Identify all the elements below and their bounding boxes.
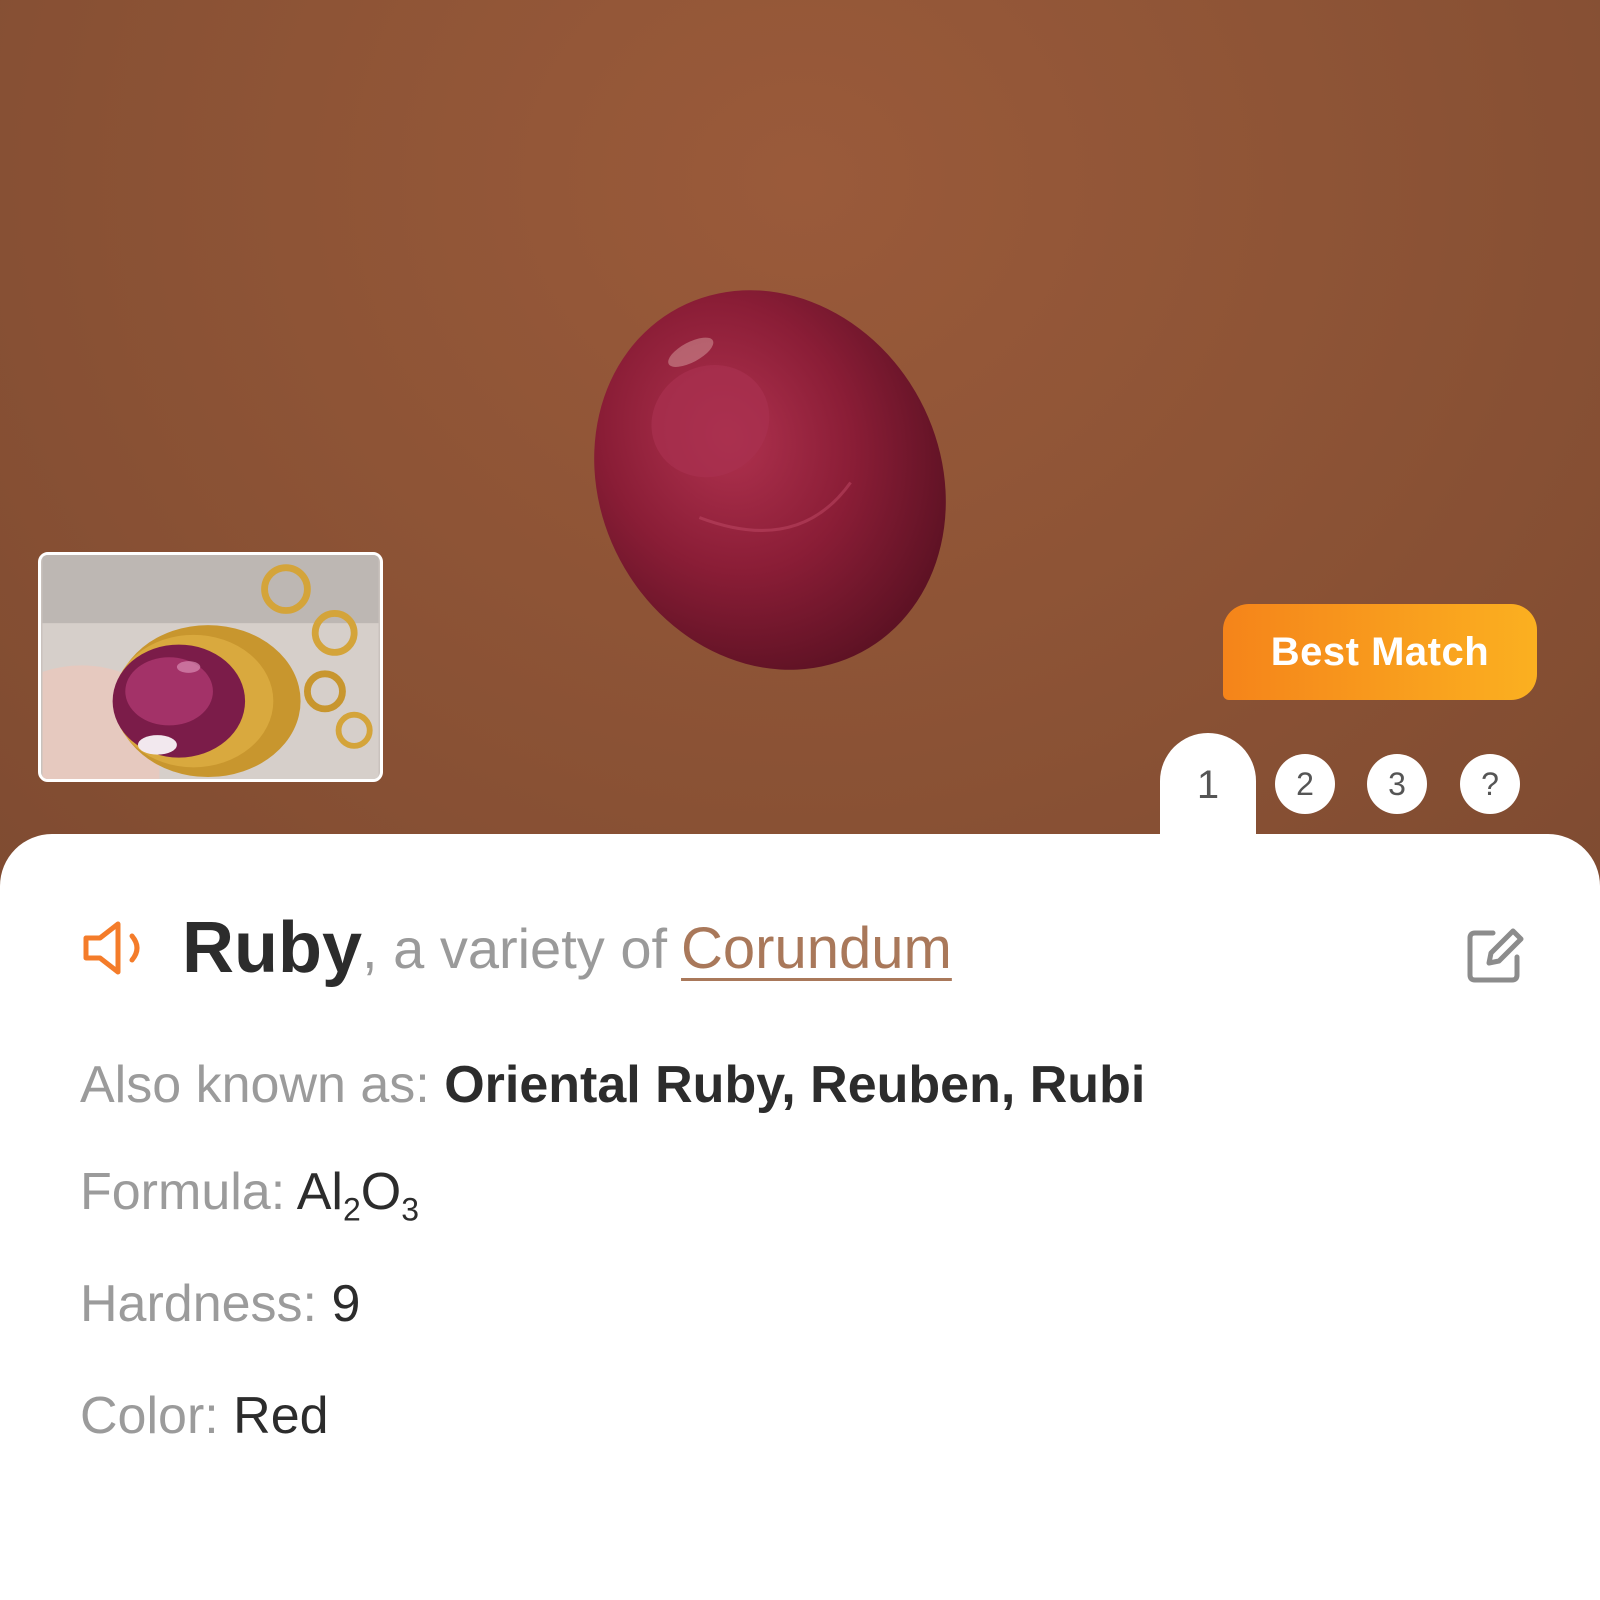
formula-value: Al2O3 <box>296 1163 420 1228</box>
hardness-value: 9 <box>331 1275 361 1333</box>
speaker-icon[interactable] <box>80 918 160 978</box>
tab-unknown[interactable]: ? <box>1460 754 1520 814</box>
mineral-name: Ruby <box>182 908 362 988</box>
color-value: Red <box>233 1387 329 1445</box>
tab-1[interactable]: 1 <box>1160 750 1256 820</box>
hardness-label: Hardness: <box>80 1275 317 1333</box>
color-row: Color: Red <box>80 1386 329 1446</box>
tab-2[interactable]: 2 <box>1275 754 1335 814</box>
jewelry-photo-thumbnail[interactable] <box>38 552 383 782</box>
also-known-value: Oriental Ruby, Reuben, Rubi <box>444 1056 1146 1114</box>
hero-photo-area: Best Match <box>0 0 1600 900</box>
also-known-row: Also known as: Oriental Ruby, Reuben, Ru… <box>80 1055 1145 1115</box>
thumbnail-image <box>42 555 379 779</box>
parent-mineral-link[interactable]: Corundum <box>681 915 952 982</box>
tab-3[interactable]: 3 <box>1367 754 1427 814</box>
color-label: Color: <box>80 1387 219 1445</box>
formula-row: Formula: Al2O3 <box>80 1162 419 1228</box>
formula-label: Formula: <box>80 1163 286 1221</box>
also-known-label: Also known as: <box>80 1056 430 1114</box>
best-match-badge: Best Match <box>1223 604 1537 700</box>
result-title: Ruby , a variety of Corundum <box>80 908 952 988</box>
edit-icon[interactable] <box>1465 925 1525 985</box>
hardness-row: Hardness: 9 <box>80 1274 360 1334</box>
identification-screen: Best Match 1 2 3 ? Ruby , a variety of C… <box>0 0 1600 1600</box>
variety-text: , a variety of <box>362 916 668 980</box>
